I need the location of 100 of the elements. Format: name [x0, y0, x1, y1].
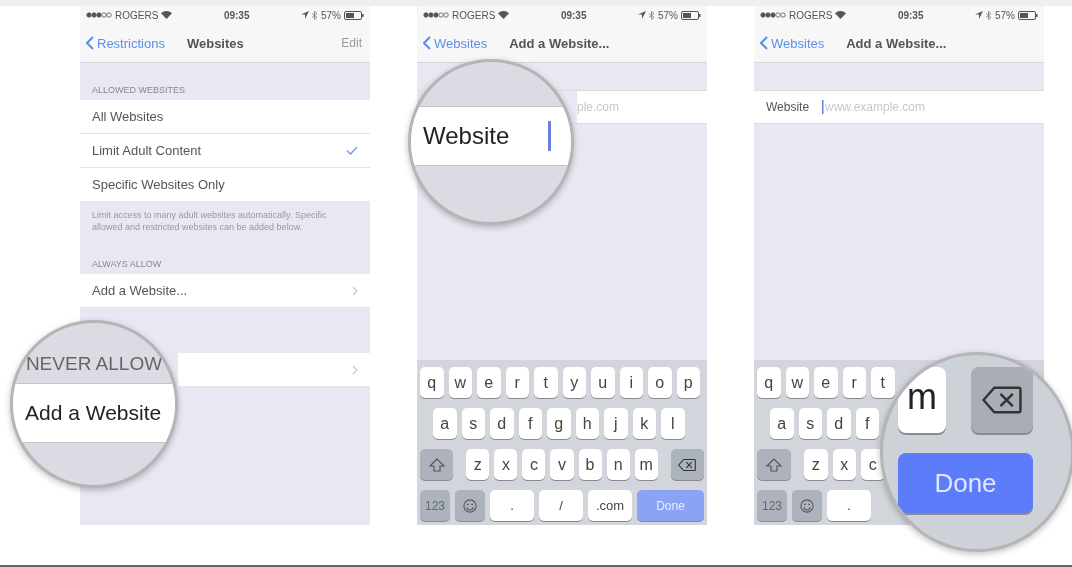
- key[interactable]: e: [477, 367, 501, 398]
- chevron-right-icon: [352, 285, 358, 296]
- key[interactable]: p: [676, 367, 700, 398]
- shift-arrow-icon: [427, 457, 446, 472]
- key[interactable]: r: [842, 367, 866, 398]
- key[interactable]: .com: [588, 490, 632, 521]
- key[interactable]: b: [578, 449, 602, 480]
- battery-percent: 57%: [658, 9, 678, 21]
- key[interactable]: s: [461, 408, 485, 439]
- clock-time: 09:35: [223, 9, 250, 21]
- key[interactable]: i: [619, 367, 643, 398]
- option-row[interactable]: Specific Websites Only: [80, 168, 370, 202]
- key[interactable]: m: [898, 367, 946, 433]
- wifi-icon: [498, 11, 510, 19]
- key[interactable]: n: [606, 449, 630, 480]
- shift-arrow-icon: [765, 457, 783, 472]
- battery-percent: 57%: [321, 9, 341, 21]
- section-header: ALWAYS ALLOW: [91, 258, 163, 272]
- screen-title: Add a Website...: [509, 35, 610, 51]
- smiley-icon: [798, 498, 816, 513]
- smiley-icon: [461, 498, 479, 513]
- battery-icon: [681, 10, 701, 20]
- location-arrow-icon: [301, 11, 309, 19]
- backspace-icon: [678, 457, 697, 472]
- key[interactable]: h: [575, 408, 599, 439]
- chevron-right-icon: [352, 364, 358, 375]
- key[interactable]: y: [562, 367, 586, 398]
- backspace-icon: [982, 386, 1022, 414]
- link-label: Add a Website...: [92, 283, 189, 299]
- option-label: Limit Adult Content: [92, 143, 203, 158]
- key[interactable]: a: [433, 408, 457, 439]
- screen-title: Add a Website...: [846, 35, 947, 51]
- key[interactable]: q: [420, 367, 444, 398]
- key[interactable]: x: [832, 449, 856, 480]
- emoji-key[interactable]: [792, 490, 822, 521]
- signal-icon: [86, 12, 112, 18]
- emoji-key[interactable]: [455, 490, 485, 521]
- key[interactable]: s: [798, 408, 822, 439]
- key[interactable]: o: [648, 367, 672, 398]
- battery-icon: [344, 10, 364, 20]
- option-label: Specific Websites Only: [92, 177, 226, 192]
- key[interactable]: g: [547, 408, 571, 439]
- field-label: Website: [423, 122, 510, 150]
- key[interactable]: t: [534, 367, 558, 398]
- key[interactable]: d: [490, 408, 514, 439]
- carrier-name: ROGERS: [452, 9, 496, 21]
- key[interactable]: k: [632, 408, 656, 439]
- back-chevron-icon: [423, 36, 431, 50]
- key[interactable]: t: [871, 367, 895, 398]
- key[interactable]: v: [550, 449, 574, 480]
- field-label: Website: [754, 91, 822, 123]
- shift-key[interactable]: [420, 449, 454, 480]
- location-arrow-icon: [975, 11, 983, 19]
- key[interactable]: /: [539, 490, 583, 521]
- key[interactable]: w: [785, 367, 809, 398]
- delete-key[interactable]: [670, 449, 704, 480]
- battery-icon: [1018, 10, 1038, 20]
- key[interactable]: .: [490, 490, 534, 521]
- option-label: All Websites: [92, 109, 165, 124]
- option-row[interactable]: All Websites: [80, 100, 370, 134]
- section-footer-text: Limit access to many adult websites automatically. Specific allowed and restricted websites can be added below.: [91, 209, 328, 234]
- key[interactable]: e: [814, 367, 838, 398]
- key[interactable]: w: [448, 367, 472, 398]
- key[interactable]: d: [827, 408, 851, 439]
- option-row[interactable]: Limit Adult Content: [80, 134, 370, 168]
- carrier-name: ROGERS: [115, 9, 159, 21]
- key[interactable]: .: [827, 490, 871, 521]
- wifi-icon: [161, 11, 173, 19]
- bluetooth-icon: [649, 10, 655, 20]
- screen-title: Websites: [186, 35, 244, 51]
- section-header: ALLOWED WEBSITES: [91, 84, 187, 97]
- key[interactable]: z: [466, 449, 490, 480]
- signal-icon: [423, 12, 449, 18]
- bluetooth-icon: [312, 10, 318, 20]
- section-header: NEVER ALLOW: [25, 353, 163, 375]
- clock-time: 09:35: [897, 9, 924, 21]
- bluetooth-icon: [986, 10, 992, 20]
- wifi-icon: [835, 11, 847, 19]
- key[interactable]: c: [522, 449, 546, 480]
- link-row[interactable]: Add a Website...: [80, 274, 370, 309]
- key[interactable]: m: [634, 449, 658, 480]
- link-label: Add a Website: [25, 401, 162, 425]
- key[interactable]: r: [505, 367, 529, 398]
- signal-icon: [760, 12, 786, 18]
- key[interactable]: c: [861, 449, 885, 480]
- key[interactable]: l: [661, 408, 685, 439]
- clock-time: 09:35: [560, 9, 587, 21]
- delete-key[interactable]: [971, 367, 1033, 433]
- key[interactable]: q: [757, 367, 781, 398]
- key[interactable]: a: [770, 408, 794, 439]
- key[interactable]: x: [494, 449, 518, 480]
- shift-key[interactable]: [757, 449, 791, 480]
- battery-percent: 57%: [995, 9, 1015, 21]
- back-chevron-icon: [86, 36, 94, 50]
- key[interactable]: j: [604, 408, 628, 439]
- key[interactable]: f: [518, 408, 542, 439]
- key[interactable]: f: [855, 408, 879, 439]
- back-chevron-icon: [760, 36, 768, 50]
- key[interactable]: z: [804, 449, 828, 480]
- key[interactable]: u: [591, 367, 615, 398]
